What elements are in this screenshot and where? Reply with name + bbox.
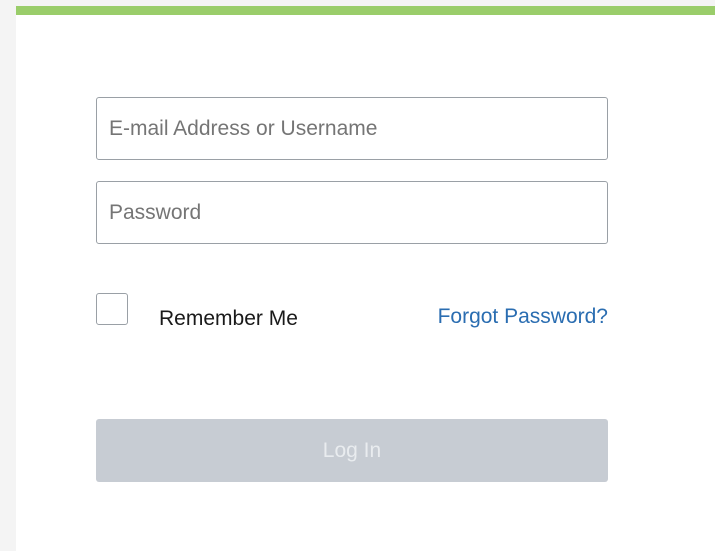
password-input[interactable]: [96, 181, 608, 244]
remember-row: Remember Me Forgot Password?: [96, 293, 608, 333]
username-input[interactable]: [96, 97, 608, 160]
login-card: Remember Me Forgot Password? Log In: [16, 6, 715, 551]
remember-me-label: Remember Me: [159, 307, 298, 330]
forgot-password-link[interactable]: Forgot Password?: [438, 305, 608, 329]
remember-me-checkbox[interactable]: [96, 293, 128, 325]
login-button[interactable]: Log In: [96, 419, 608, 482]
